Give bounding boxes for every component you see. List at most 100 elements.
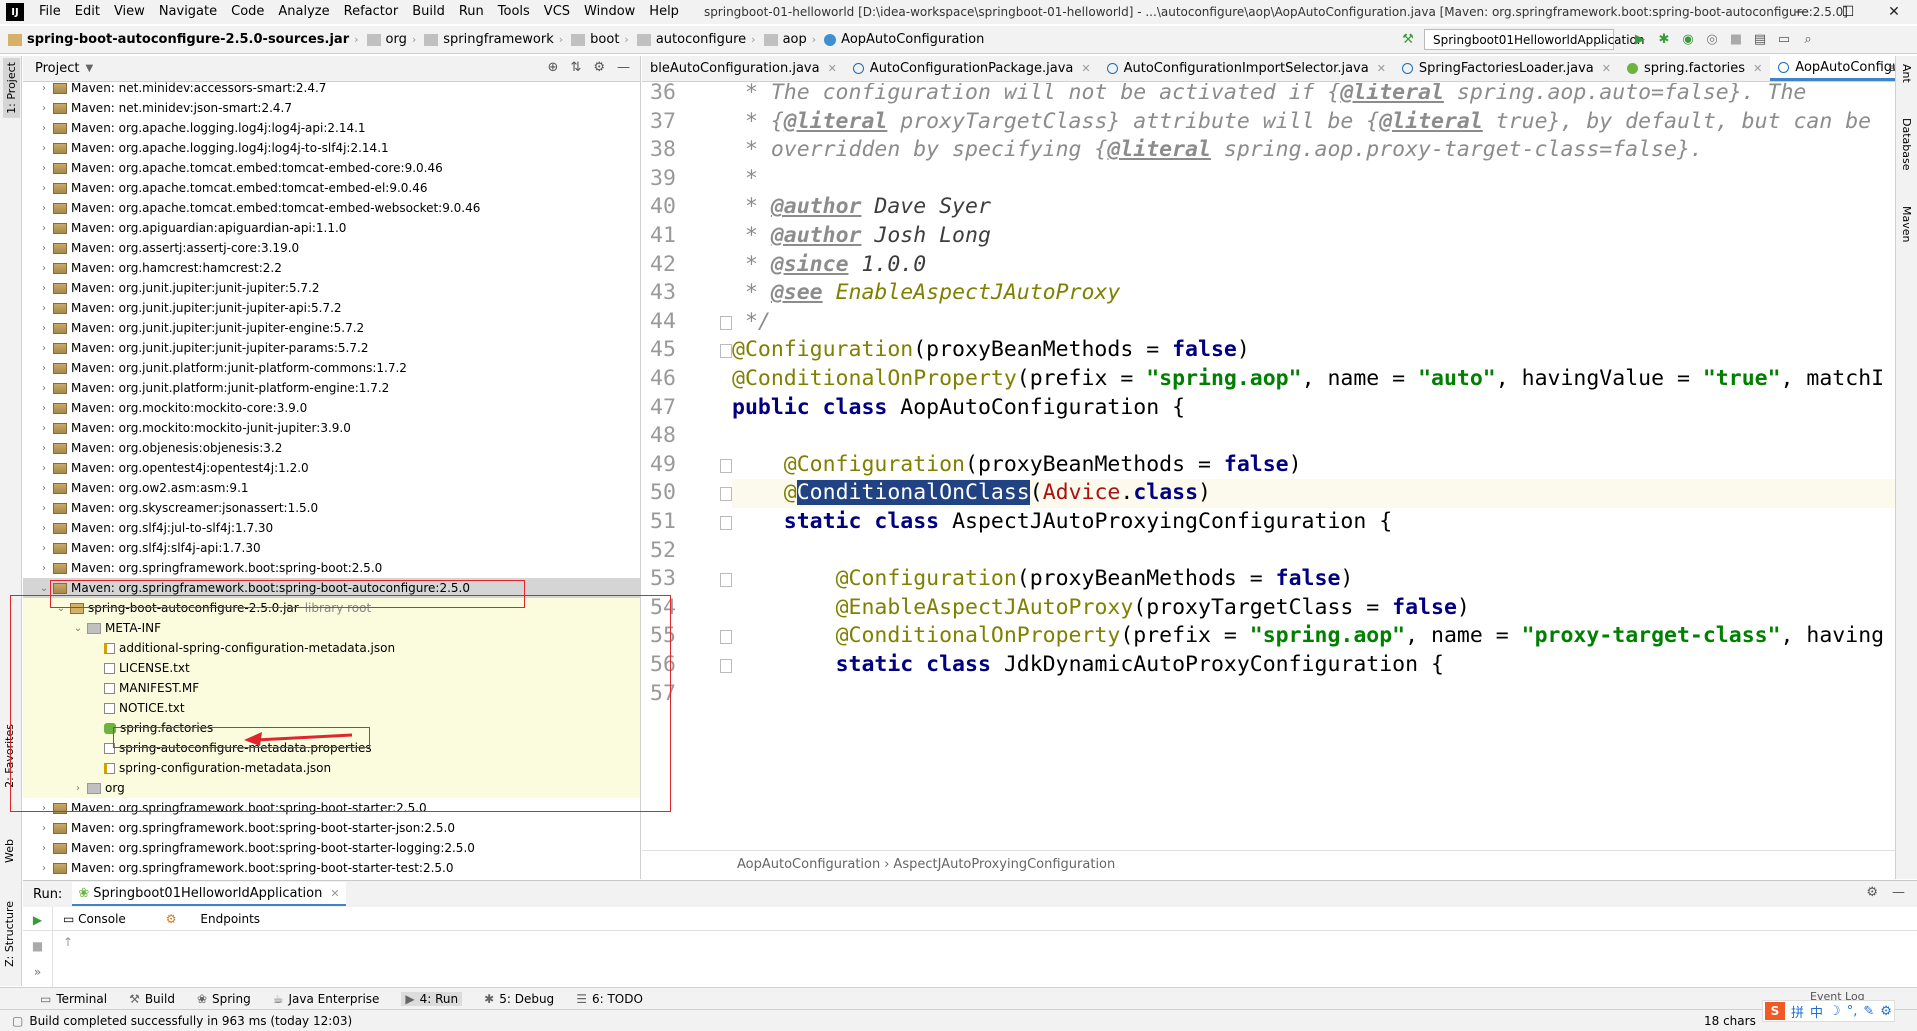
gear-icon[interactable]: ⚙	[1866, 885, 1878, 900]
nav-crumb[interactable]: aop ›	[756, 32, 816, 47]
tree-item[interactable]: spring-autoconfigure-metadata.properties	[23, 738, 640, 758]
code-area[interactable]: * The configuration will not be activate…	[732, 83, 1912, 825]
ime-item[interactable]: ⚙	[1880, 1004, 1892, 1019]
tree-item[interactable]: NOTICE.txt	[23, 698, 640, 718]
project-tool-button[interactable]: 1: Project	[3, 58, 20, 118]
editor-tab[interactable]: spring.factories ✕	[1619, 56, 1770, 81]
close-icon[interactable]: ✕	[828, 62, 837, 75]
expand-arrow-icon[interactable]: ›	[37, 103, 51, 114]
menu-edit[interactable]: Edit	[68, 0, 107, 24]
nav-crumb[interactable]: AopAutoConfiguration	[816, 32, 984, 47]
close-icon[interactable]: ✕	[1753, 62, 1762, 75]
tree-item[interactable]: › Maven: org.mockito:mockito-core:3.9.0	[23, 398, 640, 418]
tree-item[interactable]: › Maven: org.assertj:assertj-core:3.19.0	[23, 238, 640, 258]
tree-item[interactable]: › Maven: org.slf4j:jul-to-slf4j:1.7.30	[23, 518, 640, 538]
tree-item[interactable]: › Maven: org.apache.logging.log4j:log4j-a…	[23, 118, 640, 138]
ime-item[interactable]: ✎	[1863, 1004, 1874, 1019]
close-icon[interactable]: ✕	[1081, 62, 1090, 75]
collapse-all-icon[interactable]: ⇅	[570, 60, 581, 75]
tool-window-button[interactable]: ☕ Java Enterprise	[273, 992, 380, 1006]
project-panel-title[interactable]: Project	[35, 61, 79, 76]
fold-marker-icon[interactable]	[720, 630, 732, 645]
tree-item[interactable]: › Maven: org.apiguardian:apiguardian-api:…	[23, 218, 640, 238]
tree-item[interactable]: spring.factories	[23, 718, 640, 738]
ime-logo[interactable]: S	[1765, 1002, 1785, 1020]
close-icon[interactable]: ✕	[330, 887, 339, 900]
expand-arrow-icon[interactable]: ›	[37, 343, 51, 354]
editor-tab[interactable]: SpringFactoriesLoader.java ✕	[1394, 56, 1619, 81]
code-breadcrumb-item[interactable]: AspectJAutoProxyingConfiguration	[893, 857, 1115, 872]
expand-arrow-icon[interactable]: ›	[37, 383, 51, 394]
nav-crumb[interactable]: springframework ›	[416, 32, 563, 47]
maximize-icon[interactable]: ☐	[1825, 0, 1871, 24]
expand-arrow-icon[interactable]: ›	[37, 483, 51, 494]
minimize-icon[interactable]: —	[1779, 0, 1825, 24]
expand-arrow-icon[interactable]: ›	[37, 283, 51, 294]
tree-item[interactable]: › Maven: org.junit.jupiter:junit-jupiter-…	[23, 298, 640, 318]
expand-arrow-icon[interactable]: ⌄	[71, 623, 85, 634]
editor-tab[interactable]: AutoConfigurationImportSelector.java ✕	[1099, 56, 1394, 81]
nav-crumb[interactable]: boot ›	[563, 32, 629, 47]
ime-item[interactable]: ☽	[1829, 1004, 1841, 1019]
database-tool-button[interactable]: Database	[1900, 118, 1913, 171]
expand-arrow-icon[interactable]: ⌄	[54, 603, 68, 614]
fold-marker-icon[interactable]	[720, 659, 732, 673]
tree-item[interactable]: LICENSE.txt	[23, 658, 640, 678]
tree-item[interactable]: › Maven: org.apache.logging.log4j:log4j-t…	[23, 138, 640, 158]
tree-item[interactable]: MANIFEST.MF	[23, 678, 640, 698]
tree-item[interactable]: ⌄ spring-boot-autoconfigure-2.5.0.jar libr…	[23, 598, 640, 618]
tool-window-button[interactable]: ✱ 5: Debug	[484, 992, 554, 1006]
expand-arrow-icon[interactable]: ›	[37, 203, 51, 214]
ime-item[interactable]: °,	[1847, 1004, 1858, 1019]
build-hammer-icon[interactable]: ⚒	[1398, 28, 1418, 50]
expand-arrow-icon[interactable]: ›	[37, 803, 51, 814]
ime-item[interactable]: 拼	[1791, 1002, 1804, 1021]
tree-item[interactable]: › Maven: net.minidev:accessors-smart:2.4.…	[23, 78, 640, 98]
fold-marker-icon[interactable]	[720, 315, 732, 330]
tree-item[interactable]: › Maven: org.apache.tomcat.embed:tomcat-e…	[23, 158, 640, 178]
tree-item[interactable]: › Maven: org.junit.platform:junit-platfor…	[23, 378, 640, 398]
tree-item[interactable]: › Maven: org.slf4j:slf4j-api:1.7.30	[23, 538, 640, 558]
tree-item[interactable]: › Maven: org.opentest4j:opentest4j:1.2.0	[23, 458, 640, 478]
debug-icon[interactable]: ✱	[1654, 28, 1674, 50]
fold-marker-icon[interactable]	[720, 487, 732, 502]
locate-icon[interactable]: ⊕	[548, 60, 559, 75]
editor-tab[interactable]: bleAutoConfiguration.java ✕	[642, 56, 845, 81]
fold-marker-icon[interactable]	[720, 516, 732, 530]
tree-item[interactable]: ⌄ Maven: org.springframework.boot:spring-…	[23, 578, 640, 598]
tree-item[interactable]: › Maven: org.hamcrest:hamcrest:2.2	[23, 258, 640, 278]
nav-crumb[interactable]: autoconfigure ›	[629, 32, 756, 47]
tree-item[interactable]: spring-configuration-metadata.json	[23, 758, 640, 778]
chevron-down-icon[interactable]: ▼	[85, 63, 93, 74]
expand-arrow-icon[interactable]: ›	[37, 563, 51, 574]
menu-help[interactable]: Help	[642, 0, 686, 24]
close-icon[interactable]: ✕	[1602, 62, 1611, 75]
project-structure-icon[interactable]: ▤	[1750, 28, 1770, 50]
expand-arrow-icon[interactable]: ›	[71, 783, 85, 794]
code-breadcrumb-item[interactable]: AopAutoConfiguration	[737, 857, 880, 872]
expand-arrow-icon[interactable]: ›	[37, 163, 51, 174]
more-icon[interactable]: »	[23, 959, 52, 985]
web-tool-button[interactable]: Web	[3, 839, 16, 863]
close-icon[interactable]: ✕	[1377, 62, 1386, 75]
tree-item[interactable]: › Maven: org.springframework.boot:spring-…	[23, 858, 640, 878]
status-toggle-icon[interactable]: ▢	[12, 1014, 23, 1028]
fold-marker-icon[interactable]	[720, 344, 732, 359]
expand-arrow-icon[interactable]: ›	[37, 363, 51, 374]
menu-build[interactable]: Build	[405, 0, 452, 24]
structure-tool-button[interactable]: Z: Structure	[3, 901, 16, 967]
menu-code[interactable]: Code	[224, 0, 271, 24]
fold-marker-icon[interactable]	[720, 458, 732, 473]
scroll-up-icon[interactable]: ↑	[63, 935, 73, 949]
tool-window-button[interactable]: ▭ Terminal	[40, 992, 107, 1006]
search-icon[interactable]: ⌕	[1798, 28, 1818, 50]
expand-arrow-icon[interactable]: ›	[37, 543, 51, 554]
tree-item[interactable]: › Maven: org.objenesis:objenesis:3.2	[23, 438, 640, 458]
tool-window-button[interactable]: ☰ 6: TODO	[576, 992, 643, 1006]
expand-arrow-icon[interactable]: ›	[37, 83, 51, 94]
nav-crumb[interactable]: org ›	[359, 32, 416, 47]
gear-icon[interactable]: ⚙	[593, 60, 605, 75]
expand-arrow-icon[interactable]: ›	[37, 123, 51, 134]
menu-analyze[interactable]: Analyze	[271, 0, 336, 24]
tree-item[interactable]: › Maven: org.ow2.asm:asm:9.1	[23, 478, 640, 498]
